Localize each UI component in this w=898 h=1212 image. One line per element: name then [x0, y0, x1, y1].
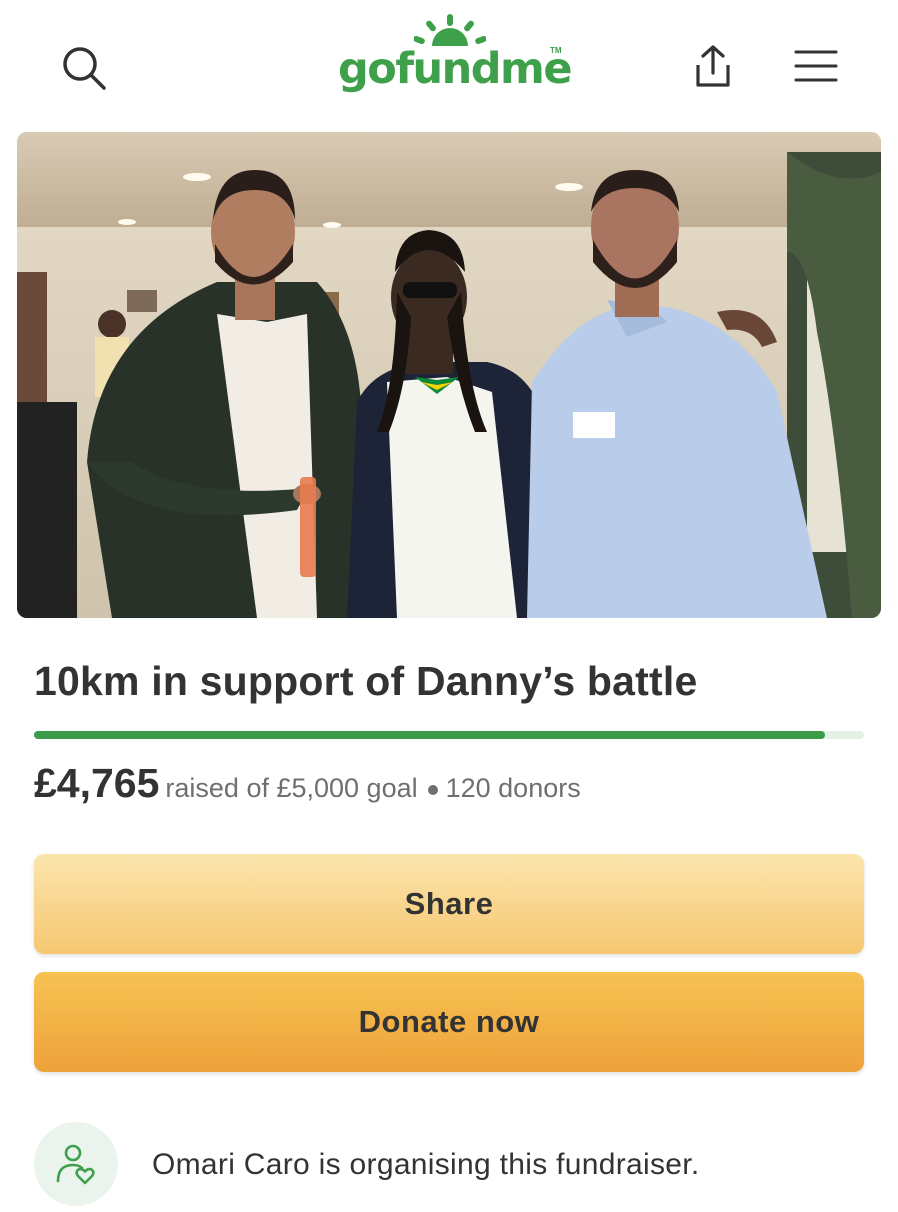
- funding-stats: £4,765 raised of £5,000 goal 120 donors: [34, 760, 581, 807]
- campaign-hero-photo[interactable]: [17, 132, 881, 618]
- progress-bar-fill: [34, 731, 825, 739]
- organiser-row: Omari Caro is organising this fundraiser…: [34, 1122, 874, 1212]
- raised-amount: £4,765: [34, 760, 160, 806]
- campaign-title: 10km in support of Danny’s battle: [34, 658, 698, 704]
- logo-trademark: TM: [550, 46, 562, 55]
- separator-dot: [427, 785, 438, 796]
- user-heart-icon: [56, 1144, 95, 1185]
- share-top-button[interactable]: [684, 38, 742, 94]
- gofundme-logo[interactable]: gofundme TM: [338, 14, 573, 104]
- menu-button[interactable]: [788, 42, 844, 90]
- share-button[interactable]: Share: [34, 854, 864, 954]
- sun-logo-icon: [414, 14, 486, 46]
- hero-photo-image: [17, 132, 881, 618]
- search-icon: [63, 47, 106, 90]
- progress-bar: [34, 731, 864, 739]
- organiser-avatar: [34, 1122, 118, 1206]
- donor-count: 120 donors: [445, 773, 581, 803]
- organiser-text: Omari Caro is organising this fundraiser…: [152, 1148, 700, 1181]
- hamburger-menu-icon: [794, 50, 838, 82]
- donate-now-button[interactable]: Donate now: [34, 972, 864, 1072]
- goal-text: raised of £5,000 goal: [165, 773, 418, 803]
- top-nav-bar: gofundme TM: [0, 0, 898, 130]
- logo-wordmark: gofundme: [338, 44, 573, 94]
- share-upload-icon: [696, 45, 730, 87]
- search-button[interactable]: [56, 40, 112, 96]
